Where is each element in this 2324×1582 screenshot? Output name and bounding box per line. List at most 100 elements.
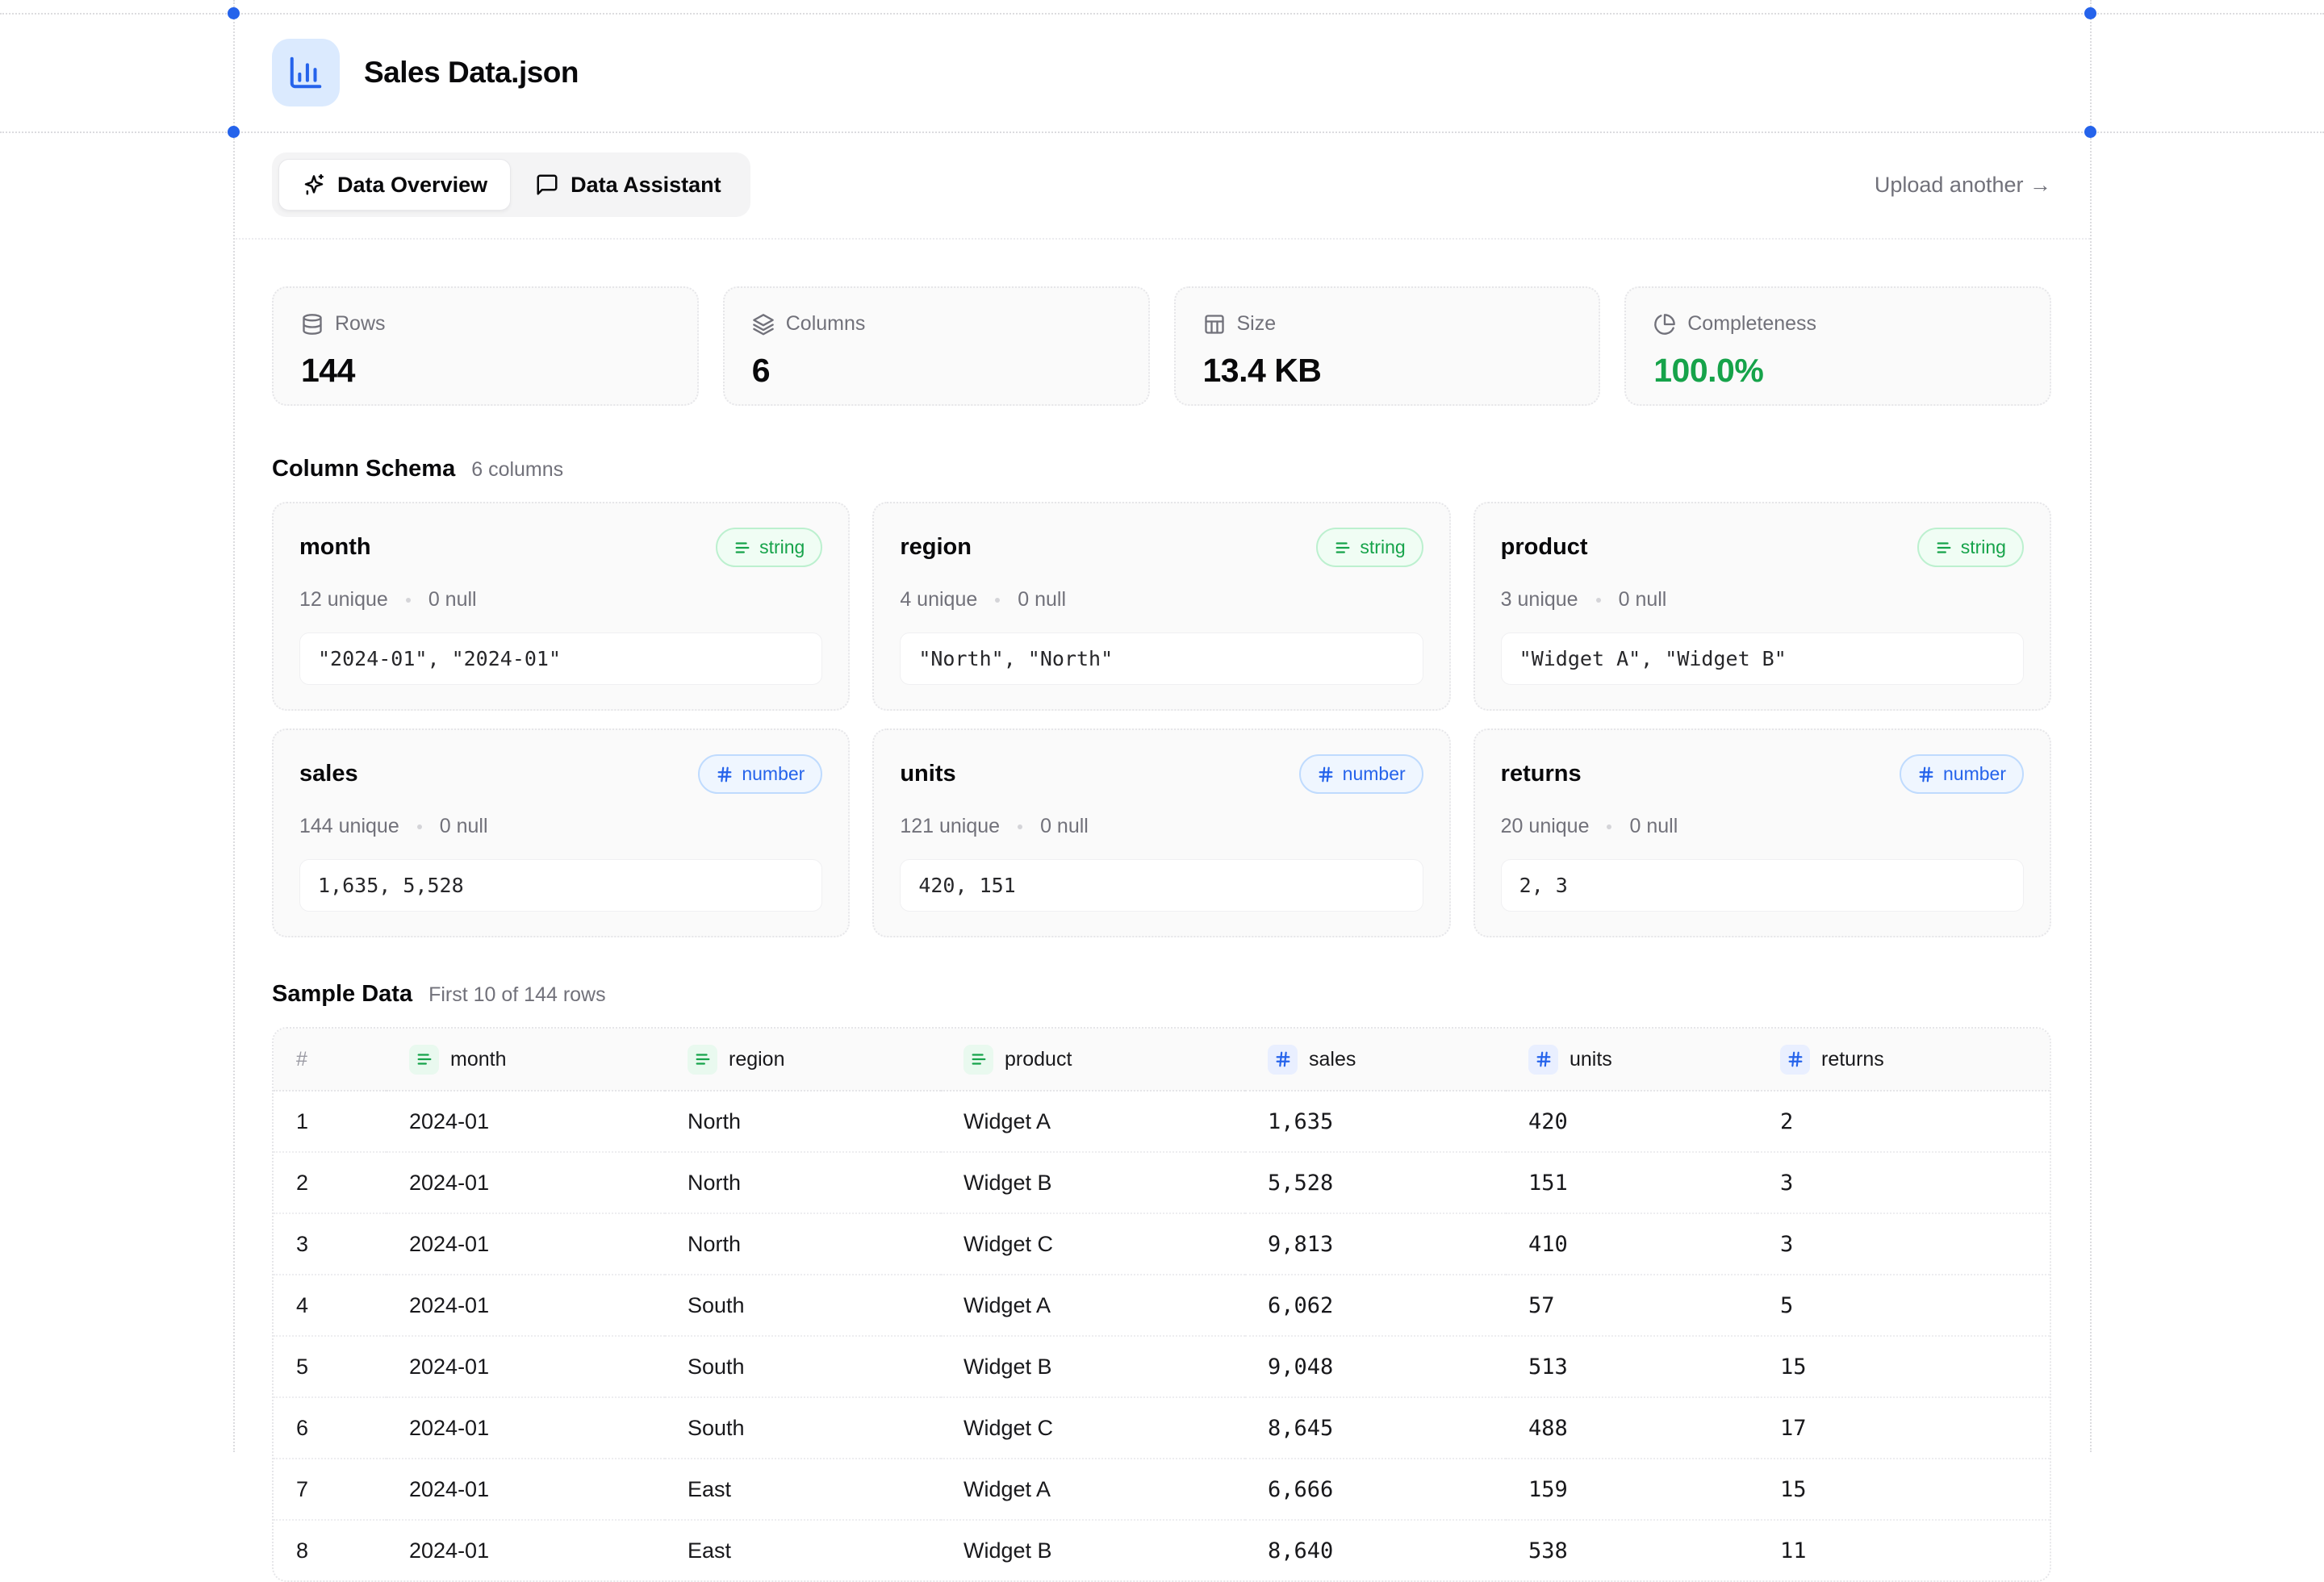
sample-data-table: # month region product sales units retur… (272, 1027, 2051, 1582)
hash-icon (1317, 766, 1335, 783)
stat-label: Rows (335, 312, 386, 336)
table-row: 42024-01SouthWidget A6,062575 (274, 1275, 2050, 1336)
hash-icon (1268, 1045, 1298, 1075)
table-row: 22024-01NorthWidget B5,5281513 (274, 1152, 2050, 1213)
hash-icon (1917, 766, 1935, 783)
header-month: month (409, 1045, 665, 1075)
type-badge-string: string (1316, 528, 1423, 567)
tab-data-overview[interactable]: Data Overview (278, 159, 511, 211)
table-row: 12024-01NorthWidget A1,6354202 (274, 1091, 2050, 1152)
column-meta: 20 unique0 null (1501, 815, 2024, 838)
tab-data-assistant[interactable]: Data Assistant (512, 160, 744, 210)
column-sample-values: 2, 3 (1501, 859, 2024, 912)
chat-icon (535, 173, 559, 197)
stat-label: Columns (786, 312, 866, 336)
section-subtitle: 6 columns (471, 458, 563, 482)
selection-handle-bottom-left[interactable] (228, 126, 240, 138)
text-icon (1334, 539, 1352, 557)
selection-handle-top-left[interactable] (228, 7, 240, 19)
stat-label: Completeness (1687, 312, 1816, 336)
hash-icon (1780, 1045, 1810, 1075)
hash-icon (716, 766, 734, 783)
dot-separator (1607, 824, 1611, 829)
table-row: 32024-01NorthWidget C9,8134103 (274, 1213, 2050, 1275)
table-row: 52024-01SouthWidget B9,04851315 (274, 1336, 2050, 1397)
column-sample-values: "North", "North" (900, 632, 1423, 685)
column-name: sales (299, 761, 358, 787)
stat-value: 144 (301, 352, 670, 390)
type-badge-number: number (1299, 754, 1423, 794)
sample-section-head: Sample Data First 10 of 144 rows (272, 981, 2051, 1008)
stat-value: 100.0% (1653, 352, 2022, 390)
schema-section-head: Column Schema 6 columns (272, 456, 2051, 482)
column-meta: 4 unique0 null (900, 588, 1423, 612)
schema-card-month: month string 12 unique0 null "2024-01", … (272, 502, 850, 711)
tab-label: Data Overview (337, 173, 487, 198)
hash-icon (1528, 1045, 1558, 1075)
database-icon (301, 313, 324, 336)
header-product: product (963, 1045, 1245, 1075)
stat-value: 13.4 KB (1203, 352, 1572, 390)
header-returns: returns (1780, 1045, 2050, 1075)
file-header: Sales Data.json (233, 13, 2090, 131)
page-title: Sales Data.json (364, 56, 579, 90)
tab-label: Data Assistant (571, 173, 721, 198)
sparkles-icon (302, 173, 326, 197)
text-icon (1935, 539, 1953, 557)
text-icon (409, 1045, 439, 1075)
pie-chart-icon (1653, 313, 1676, 336)
stat-card-columns: Columns 6 (723, 286, 1150, 406)
section-subtitle: First 10 of 144 rows (428, 983, 606, 1007)
tab-group: Data Overview Data Assistant (272, 152, 750, 217)
dot-separator (1018, 824, 1022, 829)
column-name: returns (1501, 761, 1582, 787)
column-sample-values: "2024-01", "2024-01" (299, 632, 822, 685)
stat-card-completeness: Completeness 100.0% (1624, 286, 2051, 406)
layers-icon (752, 313, 775, 336)
header-units: units (1528, 1045, 1758, 1075)
stats-grid: Rows 144 Columns 6 Size 13.4 KB (272, 286, 2051, 406)
header-region: region (688, 1045, 941, 1075)
table-header-row: # month region product sales units retur… (274, 1029, 2050, 1091)
table-icon (1203, 313, 1226, 336)
section-title: Column Schema (272, 456, 455, 482)
column-name: product (1501, 534, 1588, 561)
stat-label: Size (1237, 312, 1277, 336)
file-viewer-card: Sales Data.json Data Overview Data Assis… (233, 13, 2090, 1582)
header-index: # (296, 1048, 307, 1071)
table-row: 62024-01SouthWidget C8,64548817 (274, 1397, 2050, 1459)
column-sample-values: 1,635, 5,528 (299, 859, 822, 912)
header-sales: sales (1268, 1045, 1506, 1075)
schema-grid: month string 12 unique0 null "2024-01", … (272, 502, 2051, 937)
text-icon (963, 1045, 993, 1075)
stat-card-rows: Rows 144 (272, 286, 699, 406)
schema-card-returns: returns number 20 unique0 null 2, 3 (1473, 728, 2051, 937)
column-meta: 121 unique0 null (900, 815, 1423, 838)
column-sample-values: 420, 151 (900, 859, 1423, 912)
column-meta: 12 unique0 null (299, 588, 822, 612)
type-badge-string: string (716, 528, 822, 567)
dot-separator (406, 598, 411, 603)
type-badge-number: number (698, 754, 822, 794)
data-overview-panel: Rows 144 Columns 6 Size 13.4 KB (233, 240, 2090, 1582)
type-badge-number: number (1900, 754, 2024, 794)
stat-value: 6 (752, 352, 1121, 390)
column-meta: 3 unique0 null (1501, 588, 2024, 612)
bar-chart-icon (272, 39, 340, 106)
selection-guide-right (2090, 0, 2092, 1452)
stat-card-size: Size 13.4 KB (1174, 286, 1601, 406)
app-canvas: { "header": { "title": "Sales Data.json"… (0, 0, 2324, 1452)
schema-card-product: product string 3 unique0 null "Widget A"… (1473, 502, 2051, 711)
table-row: 72024-01EastWidget A6,66615915 (274, 1459, 2050, 1520)
column-meta: 144 unique0 null (299, 815, 822, 838)
schema-card-units: units number 121 unique0 null 420, 151 (872, 728, 1450, 937)
selection-handle-bottom-right[interactable] (2084, 126, 2096, 138)
selection-handle-top-right[interactable] (2084, 7, 2096, 19)
dot-separator (1596, 598, 1601, 603)
section-title: Sample Data (272, 981, 412, 1008)
column-sample-values: "Widget A", "Widget B" (1501, 632, 2024, 685)
column-name: region (900, 534, 972, 561)
dot-separator (995, 598, 1000, 603)
type-badge-string: string (1917, 528, 2024, 567)
upload-another-link[interactable]: Upload another → (1875, 173, 2051, 198)
